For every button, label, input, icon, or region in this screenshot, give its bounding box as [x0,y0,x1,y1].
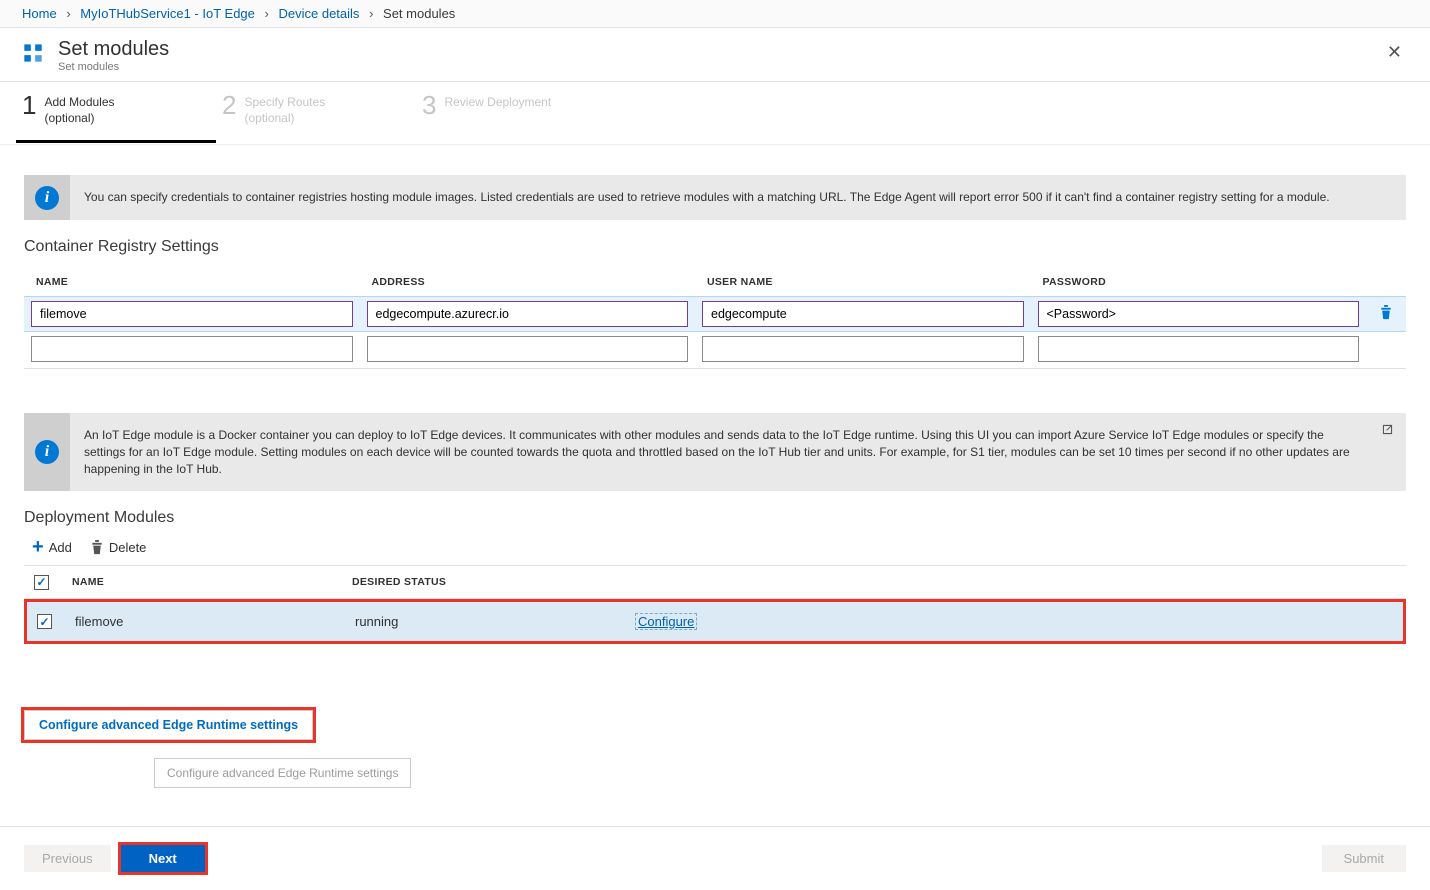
module-actions: + Add Delete [32,539,1406,555]
set-modules-icon [18,38,48,68]
module-checkbox[interactable] [37,614,52,629]
add-label: Add [49,540,72,555]
col-module-name: NAME [72,576,352,588]
previous-button[interactable]: Previous [24,845,111,872]
chevron-right-icon: › [66,6,70,21]
module-status: running [355,614,635,629]
page-subtitle: Set modules [58,61,169,73]
info-text: An IoT Edge module is a Docker container… [70,413,1406,491]
popout-icon[interactable] [1381,423,1394,441]
step-review-deployment[interactable]: 3 Review Deployment [416,82,616,143]
module-row[interactable]: filemove running Configure [24,599,1406,645]
col-username: USER NAME [695,268,1031,296]
breadcrumb-device[interactable]: Device details [279,6,360,21]
wizard-footer: Previous Next Submit [0,826,1430,890]
registry-row [24,296,1406,332]
page-header: Set modules Set modules ✕ [0,28,1430,82]
step-label: Add Modules [44,95,114,109]
chevron-right-icon: › [369,6,373,21]
step-sub: (optional) [244,111,294,125]
close-icon[interactable]: ✕ [1379,38,1410,67]
registry-password-input[interactable] [1038,336,1360,362]
configure-link[interactable]: Configure [635,613,697,630]
breadcrumb-service[interactable]: MyIoTHubService1 - IoT Edge [80,6,255,21]
col-address: ADDRESS [360,268,696,296]
module-name: filemove [75,614,355,629]
registry-name-input[interactable] [31,336,353,362]
step-number: 1 [22,92,36,118]
registry-password-input[interactable] [1038,301,1360,327]
step-label: Review Deployment [444,95,551,109]
delete-module-button[interactable]: Delete [90,540,147,555]
delete-label: Delete [109,540,147,555]
col-desired-status: DESIRED STATUS [352,576,632,588]
section-title-registry: Container Registry Settings [24,238,1406,256]
step-specify-routes[interactable]: 2 Specify Routes (optional) [216,82,416,143]
breadcrumb-home[interactable]: Home [22,6,57,21]
configure-advanced-runtime-button[interactable]: Configure advanced Edge Runtime settings [24,710,313,740]
col-name: NAME [24,268,360,296]
registry-username-input[interactable] [702,336,1024,362]
breadcrumb: Home › MyIoTHubService1 - IoT Edge › Dev… [0,0,1430,28]
add-module-button[interactable]: + Add [32,539,72,555]
step-sub: (optional) [44,111,94,125]
col-password: PASSWORD [1031,268,1367,296]
wizard-steps: 1 Add Modules (optional) 2 Specify Routes… [0,82,1430,144]
registry-table: NAME ADDRESS USER NAME PASSWORD [24,268,1406,369]
plus-icon: + [32,539,44,555]
breadcrumb-current: Set modules [383,6,455,21]
step-label: Specify Routes [244,95,325,109]
registry-username-input[interactable] [702,301,1024,327]
delete-row-button[interactable] [1366,305,1406,323]
step-add-modules[interactable]: 1 Add Modules (optional) [16,82,216,143]
step-number: 3 [422,92,436,118]
page-title: Set modules [58,38,169,61]
select-all-checkbox[interactable] [34,575,49,590]
step-number: 2 [222,92,236,118]
registry-row-empty [24,332,1406,366]
info-text: You can specify credentials to container… [70,175,1406,220]
info-icon: i [35,440,59,464]
registry-address-input[interactable] [367,336,689,362]
trash-icon [90,540,104,555]
next-button[interactable]: Next [121,845,205,872]
modules-table: NAME DESIRED STATUS filemove running Con… [24,565,1406,644]
info-icon: i [35,186,59,210]
chevron-right-icon: › [265,6,269,21]
registry-address-input[interactable] [367,301,689,327]
info-banner-registry: i You can specify credentials to contain… [24,175,1406,220]
tooltip: Configure advanced Edge Runtime settings [154,758,411,788]
info-banner-modules: i An IoT Edge module is a Docker contain… [24,413,1406,491]
registry-name-input[interactable] [31,301,353,327]
submit-button[interactable]: Submit [1322,845,1406,872]
section-title-deployment: Deployment Modules [24,509,1406,527]
